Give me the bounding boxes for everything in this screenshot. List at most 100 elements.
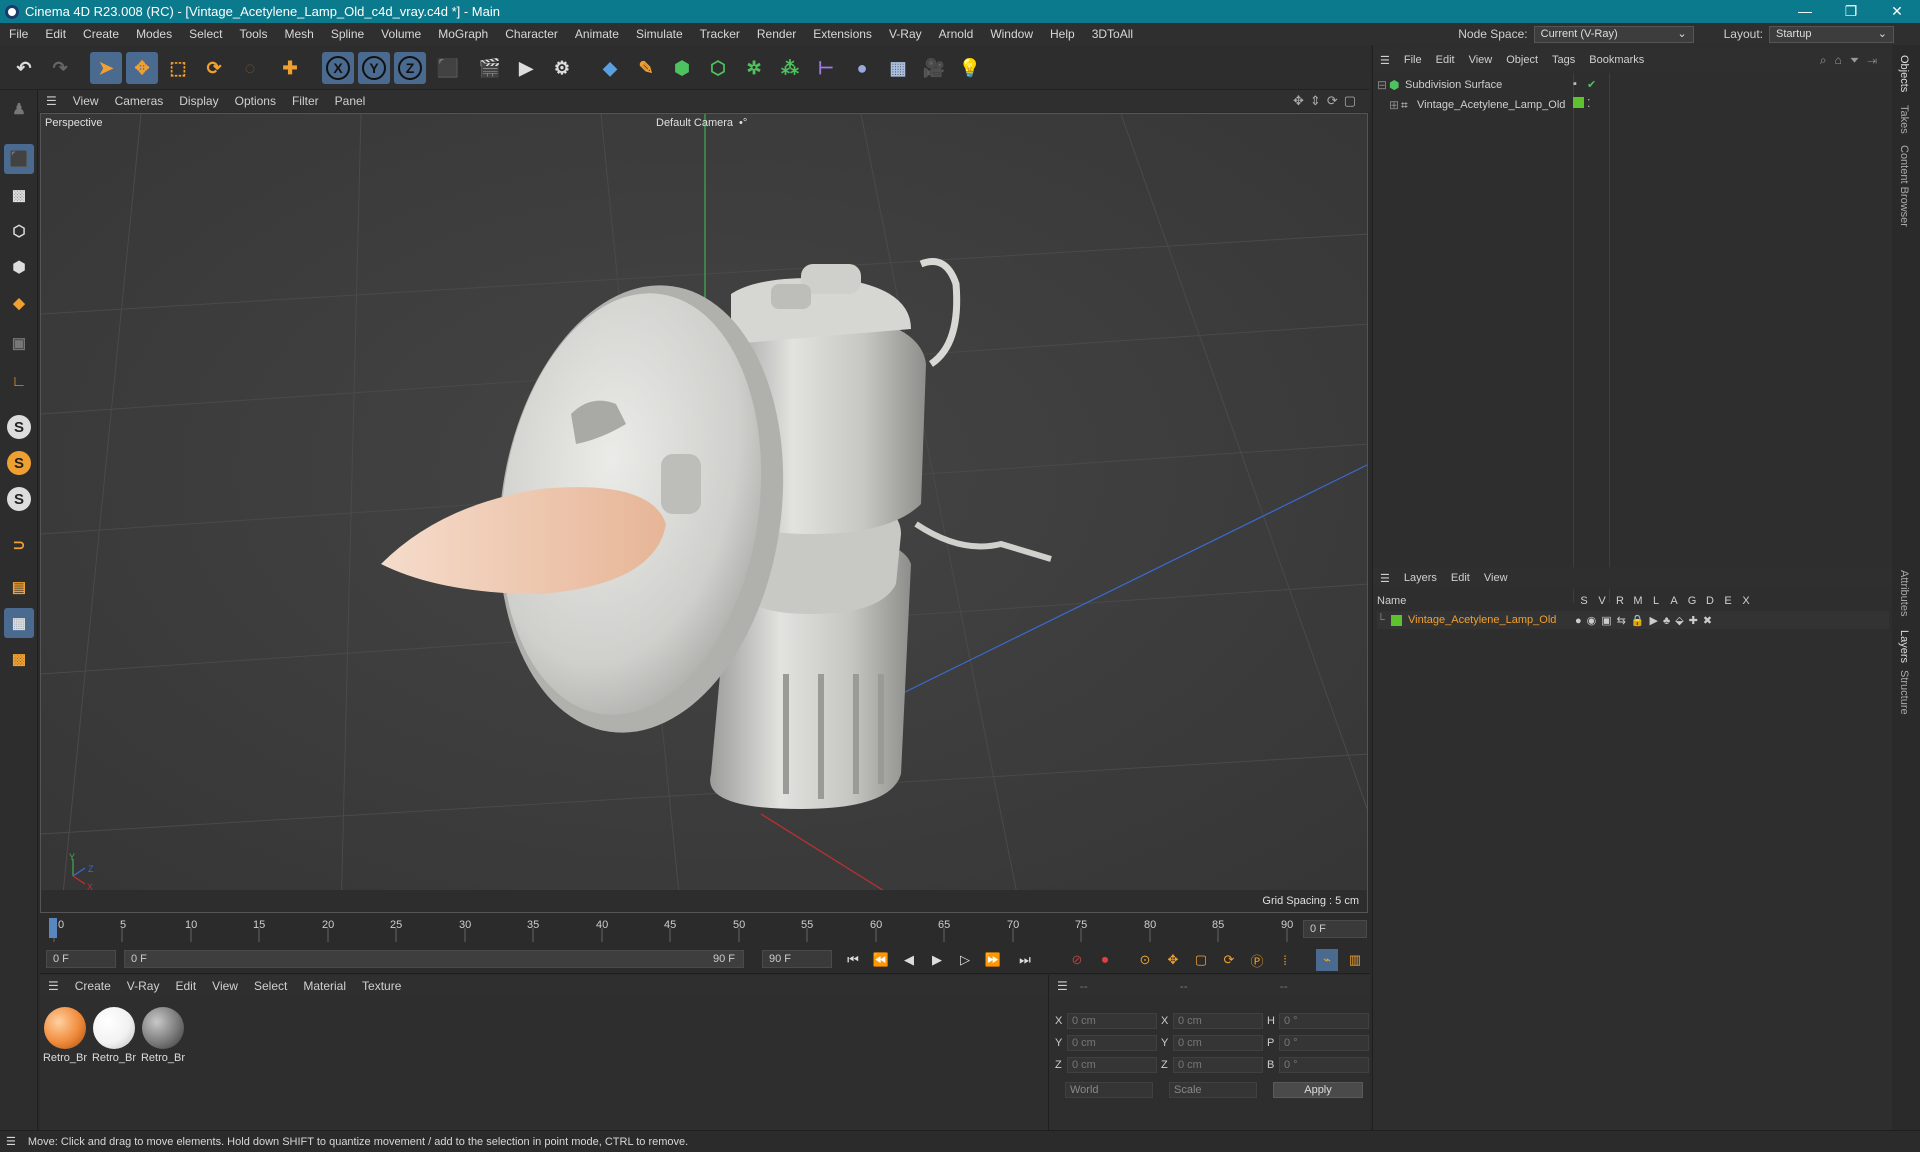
model-mode-icon[interactable]: ⬛	[4, 144, 34, 174]
mat-menu-view[interactable]: View	[204, 979, 246, 993]
cloner-icon[interactable]: ✲	[738, 52, 770, 84]
light-icon[interactable]: 💡	[954, 52, 986, 84]
add-object-icon[interactable]: ✚	[274, 52, 306, 84]
frame-range-slider[interactable]: 0 F 90 F	[124, 950, 744, 968]
size-y-field[interactable]: 0 cm	[1173, 1035, 1263, 1051]
mat-menu-texture[interactable]: Texture	[354, 979, 409, 993]
undo-icon[interactable]: ↶	[8, 52, 40, 84]
menu-3dtoall[interactable]: 3DToAll	[1083, 27, 1141, 41]
restore-button[interactable]: ❐	[1828, 0, 1874, 23]
layers-menu-layers[interactable]: Layers	[1397, 572, 1444, 584]
apply-button[interactable]: Apply	[1273, 1082, 1363, 1098]
node-space-dropdown[interactable]: Current (V-Ray) ⌄	[1533, 25, 1694, 43]
previous-key-icon[interactable]: ⏪	[870, 949, 892, 971]
hamburger-icon[interactable]: ☰	[0, 1135, 28, 1148]
layers-menu-view[interactable]: View	[1477, 572, 1515, 584]
deformer-icon[interactable]: ⊢	[810, 52, 842, 84]
hamburger-icon[interactable]: ☰	[38, 94, 65, 108]
position-y-field[interactable]: 0 cm	[1067, 1035, 1157, 1051]
axis-z-button[interactable]: Z	[394, 52, 426, 84]
mat-menu-select[interactable]: Select	[246, 979, 295, 993]
object-name[interactable]: Vintage_Acetylene_Lamp_Old	[1417, 99, 1565, 111]
obj-menu-object[interactable]: Object	[1499, 54, 1545, 66]
position-x-field[interactable]: 0 cm	[1067, 1013, 1157, 1029]
layer-row[interactable]: └ Vintage_Acetylene_Lamp_Old ●◉▣⇆🔒▶♣⬙✚✖	[1377, 611, 1889, 629]
points-mode-icon[interactable]: ⬡	[4, 216, 34, 246]
visibility-dots-icon[interactable]: ⁚	[1587, 97, 1591, 110]
play-icon[interactable]: ▶	[926, 949, 948, 971]
hamburger-icon[interactable]: ☰	[40, 979, 67, 993]
move-tool-icon[interactable]: ✥	[126, 52, 158, 84]
menu-simulate[interactable]: Simulate	[627, 27, 691, 41]
object-name[interactable]: Subdivision Surface	[1405, 79, 1502, 91]
cube-primitive-icon[interactable]: ◆	[594, 52, 626, 84]
vp-menu-panel[interactable]: Panel	[327, 94, 374, 108]
mat-menu-create[interactable]: Create	[67, 979, 119, 993]
floor-icon[interactable]: ▦	[882, 52, 914, 84]
menu-arnold[interactable]: Arnold	[930, 27, 982, 41]
menu-select[interactable]: Select	[180, 27, 230, 41]
menu-tracker[interactable]: Tracker	[691, 27, 748, 41]
vp-menu-options[interactable]: Options	[227, 94, 284, 108]
obj-menu-bookmarks[interactable]: Bookmarks	[1582, 54, 1651, 66]
object-row-subdivision[interactable]: ⊟ ⬢ Subdivision Surface	[1377, 76, 1502, 94]
menu-modes[interactable]: Modes	[127, 27, 180, 41]
redo-icon[interactable]: ↷	[44, 52, 76, 84]
go-to-end-icon[interactable]: ⏭	[1014, 949, 1036, 971]
current-frame-field[interactable]: 0 F	[1303, 920, 1367, 938]
menu-window[interactable]: Window	[981, 27, 1041, 41]
tab-objects[interactable]: Objects	[1898, 55, 1910, 92]
position-z-field[interactable]: 0 cm	[1067, 1057, 1157, 1073]
menu-file[interactable]: File	[0, 27, 36, 41]
render-view-icon[interactable]: ▶	[510, 52, 542, 84]
material-swatch[interactable]: Retro_Br	[140, 1005, 186, 1064]
menu-mesh[interactable]: Mesh	[275, 27, 321, 41]
enabled-check-icon[interactable]: ✔	[1587, 78, 1596, 91]
pen-spline-icon[interactable]: ✎	[630, 52, 662, 84]
go-to-start-icon[interactable]: ⏮	[842, 949, 864, 971]
rotation-b-field[interactable]: 0 °	[1279, 1057, 1369, 1073]
recent-tool-icon[interactable]: ◌	[234, 52, 266, 84]
menu-volume[interactable]: Volume	[372, 27, 429, 41]
vp-menu-display[interactable]: Display	[171, 94, 226, 108]
vp-menu-cameras[interactable]: Cameras	[107, 94, 172, 108]
layout-dropdown[interactable]: Startup ⌄	[1769, 25, 1894, 43]
tab-takes[interactable]: Takes	[1898, 105, 1910, 134]
minimize-button[interactable]: —	[1782, 0, 1828, 23]
layer-name[interactable]: Vintage_Acetylene_Lamp_Old	[1408, 614, 1575, 626]
menu-render[interactable]: Render	[748, 27, 804, 41]
mat-menu-vray[interactable]: V-Ray	[119, 979, 168, 993]
floor-grid-icon[interactable]: ▦	[4, 608, 34, 638]
obj-menu-view[interactable]: View	[1462, 54, 1500, 66]
auto-key-icon[interactable]: ⏺	[1094, 949, 1116, 971]
snap-icon[interactable]: S	[4, 412, 34, 442]
3d-viewport[interactable]: Perspective Default Camera •° Y Z X Grid…	[40, 113, 1368, 913]
tab-structure[interactable]: Structure	[1898, 670, 1910, 715]
timeline-ruler[interactable]: 0 5 10 15 20 25 30 35 40 45 50 55 60 65 …	[40, 914, 1370, 944]
snap-settings-icon[interactable]: S	[4, 448, 34, 478]
mat-menu-edit[interactable]: Edit	[167, 979, 204, 993]
axis-x-button[interactable]: X	[322, 52, 354, 84]
select-cursor-icon[interactable]: ➤	[90, 52, 122, 84]
menu-mograph[interactable]: MoGraph	[429, 27, 496, 41]
tab-attributes[interactable]: Attributes	[1898, 570, 1910, 616]
subdivision-icon[interactable]: ⬢	[666, 52, 698, 84]
grid-icon[interactable]: ▤	[4, 572, 34, 602]
timeline-window-icon[interactable]: ⌁	[1316, 949, 1338, 971]
objects-toolbar-icons[interactable]: ⌕⌂⏷⇥	[1820, 53, 1885, 68]
expand-icon[interactable]: ⊞	[1389, 98, 1401, 112]
edges-mode-icon[interactable]: ⬢	[4, 252, 34, 282]
menu-spline[interactable]: Spline	[322, 27, 372, 41]
size-x-field[interactable]: 0 cm	[1173, 1013, 1263, 1029]
layer-color-icon[interactable]	[1573, 97, 1584, 108]
menu-vray[interactable]: V-Ray	[880, 27, 930, 41]
vp-menu-filter[interactable]: Filter	[284, 94, 327, 108]
material-swatch[interactable]: Retro_Br	[91, 1005, 137, 1064]
menu-help[interactable]: Help	[1041, 27, 1083, 41]
vp-menu-view[interactable]: View	[65, 94, 107, 108]
obj-menu-edit[interactable]: Edit	[1429, 54, 1462, 66]
layer-flag-icons[interactable]: ●◉▣⇆🔒▶♣⬙✚✖	[1575, 614, 1717, 627]
coordinate-mode-dropdown[interactable]: Scale	[1169, 1082, 1257, 1098]
menu-edit[interactable]: Edit	[36, 27, 74, 41]
next-key-icon[interactable]: ⏩	[982, 949, 1004, 971]
